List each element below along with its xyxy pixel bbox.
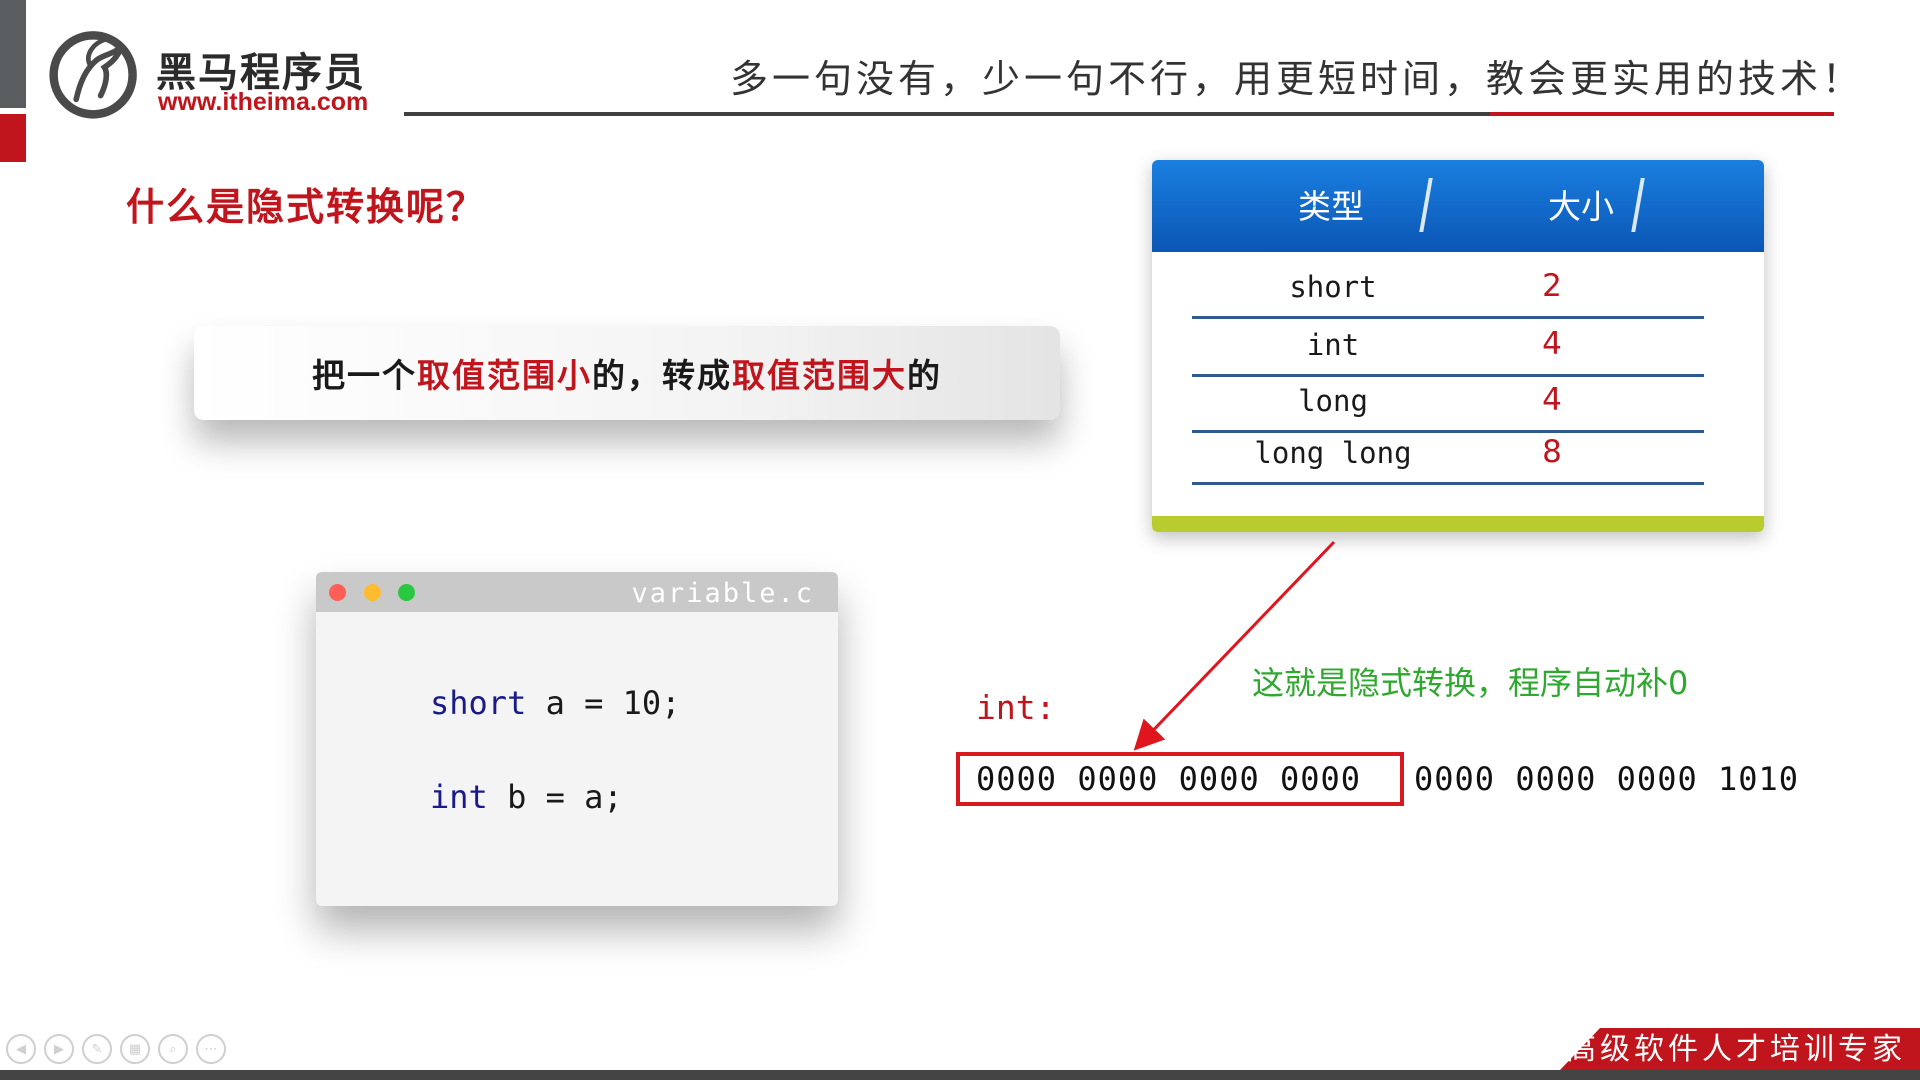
pen-icon[interactable]: ✎ <box>82 1034 112 1064</box>
table-row: short 2 <box>1192 262 1704 319</box>
binary-low-bits: 0000 0000 0000 1010 <box>1414 760 1800 798</box>
table-footer-bar <box>1152 516 1764 532</box>
code-keyword: int <box>430 778 488 816</box>
cell-type: short <box>1289 270 1377 304</box>
player-controls: ◀ ▶ ✎ ▦ ⌕ ⋯ <box>6 1034 226 1064</box>
table-row: long long 8 <box>1192 428 1704 485</box>
prev-icon[interactable]: ◀ <box>6 1034 36 1064</box>
header-slash-decoration <box>1617 178 1645 232</box>
table-row: int 4 <box>1192 320 1704 377</box>
code-line: int b = a; <box>430 778 623 816</box>
code-line: short a = 10; <box>430 684 680 722</box>
code-text: a = 10; <box>526 684 681 722</box>
cell-size: 2 <box>1542 268 1562 304</box>
table-header-type: 类型 <box>1298 187 1364 226</box>
slides-icon[interactable]: ▦ <box>120 1034 150 1064</box>
cell-type: long <box>1298 384 1368 418</box>
code-keyword: short <box>430 684 527 722</box>
table-row: long 4 <box>1192 376 1704 433</box>
implicit-conversion-note: 这就是隐式转换，程序自动补0 <box>1252 664 1689 702</box>
code-text: b = a; <box>487 778 623 816</box>
brand-url: www.itheima.com <box>158 88 369 116</box>
table-header: 类型 大小 <box>1152 160 1764 252</box>
footer-bar <box>0 1070 1920 1080</box>
cell-size: 4 <box>1542 382 1562 418</box>
left-edge-red-bar <box>0 114 26 162</box>
cell-type: int <box>1306 328 1360 362</box>
binary-high-bits: 0000 0000 0000 0000 <box>976 760 1362 798</box>
header-slash-decoration <box>1405 178 1433 232</box>
definition-text-3: 的 <box>907 356 942 395</box>
minimize-dot-icon <box>364 584 381 601</box>
zoom-icon[interactable]: ⌕ <box>158 1034 188 1064</box>
horse-logo-icon <box>49 31 137 119</box>
slide-question: 什么是隐式转换呢？ <box>126 185 487 229</box>
close-dot-icon <box>329 584 346 601</box>
definition-highlight-small: 取值范围小 <box>417 356 592 395</box>
code-window: variable.c short a = 10; int b = a; <box>316 572 838 906</box>
code-filename: variable.c <box>631 578 814 609</box>
header-slogan: 多一句没有，少一句不行，用更短时间，教会更实用的技术！ <box>730 57 1865 101</box>
code-window-titlebar: variable.c <box>316 572 838 612</box>
more-icon[interactable]: ⋯ <box>196 1034 226 1064</box>
table-header-size: 大小 <box>1548 187 1614 226</box>
play-icon[interactable]: ▶ <box>44 1034 74 1064</box>
footer-tagline: 高级软件人才培训专家 <box>1566 1032 1906 1067</box>
brand-logo: 黑马程序员 www.itheima.com <box>46 26 376 122</box>
definition-banner: 把一个 取值范围小 的，转成 取值范围大的 <box>194 326 1060 420</box>
left-edge-gray-bar <box>0 0 26 108</box>
definition-highlight-large: 取值范围大 <box>732 356 907 395</box>
definition-text-1: 把一个 <box>312 356 417 395</box>
type-size-table: 类型 大小 short 2 int 4 long 4 long long 8 <box>1152 160 1764 532</box>
definition-text-2: 的，转成 <box>592 356 732 395</box>
maximize-dot-icon <box>398 584 415 601</box>
int-label: int: <box>976 688 1056 727</box>
cell-size: 8 <box>1542 434 1562 470</box>
cell-type: long long <box>1254 436 1412 470</box>
cell-size: 4 <box>1542 326 1562 362</box>
header-divider-accent <box>1490 112 1834 116</box>
